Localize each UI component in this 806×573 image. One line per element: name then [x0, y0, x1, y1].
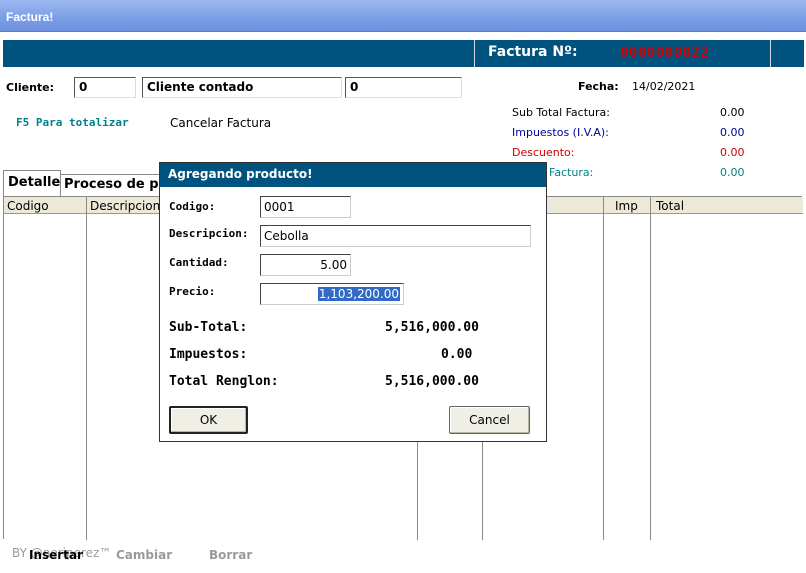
header-divider	[770, 40, 771, 67]
insert-button[interactable]: Insertar	[29, 548, 83, 562]
dialog-title[interactable]: Agregando producto!	[160, 163, 546, 187]
window-title-bar[interactable]: Factura!	[0, 0, 806, 32]
cancel-invoice-link[interactable]: Cancelar Factura	[170, 116, 271, 130]
dialog-subtotal-label: Sub-Total:	[169, 320, 248, 335]
dialog-impuestos-value: 0.00	[441, 347, 473, 362]
descripcion-input[interactable]: Cebolla	[260, 225, 531, 247]
client-name-field[interactable]: Cliente contado	[142, 77, 342, 98]
summary-subtotal-value: 0.00	[720, 106, 745, 119]
client-extra-field[interactable]: 0	[345, 77, 462, 98]
header-divider	[474, 40, 475, 67]
precio-selected-text: 1,103,200.00	[317, 287, 400, 301]
ok-button[interactable]: OK	[169, 406, 248, 434]
summary-discount-value: 0.00	[720, 146, 745, 159]
dialog-impuestos-label: Impuestos:	[169, 347, 248, 362]
grid-column-divider	[86, 197, 87, 540]
summary-subtotal-label: Sub Total Factura:	[512, 106, 610, 119]
codigo-label: Codigo:	[169, 200, 216, 213]
tab-detalle[interactable]: Detalle	[3, 170, 61, 196]
summary-tax-value: 0.00	[720, 126, 745, 139]
f5-totalize-hint: F5 Para totalizar	[16, 116, 129, 129]
invoice-number-label: Factura Nº:	[488, 44, 578, 60]
summary-tax-label: Impuestos (I.V.A):	[512, 126, 609, 139]
grid-column-divider	[603, 197, 604, 540]
column-header-imp[interactable]: Imp	[615, 199, 638, 213]
change-button[interactable]: Cambiar	[116, 548, 172, 562]
summary-total-value: 0.00	[720, 166, 745, 179]
cantidad-label: Cantidad:	[169, 256, 229, 269]
column-header-total[interactable]: Total	[656, 199, 684, 213]
cantidad-input[interactable]: 5.00	[260, 254, 351, 276]
precio-label: Precio:	[169, 285, 216, 298]
dialog-subtotal-value: 5,516,000.00	[385, 320, 479, 335]
add-product-dialog: Agregando producto! Codigo: 0001 Descrip…	[159, 162, 547, 442]
column-header-codigo[interactable]: Codigo	[7, 199, 49, 213]
codigo-input[interactable]: 0001	[260, 196, 351, 218]
date-value: 14/02/2021	[632, 80, 696, 93]
client-label: Cliente:	[6, 81, 55, 94]
invoice-number: 0000000022	[620, 45, 710, 61]
column-header-descripcion[interactable]: Descripcion	[90, 199, 160, 213]
descripcion-label: Descripcion:	[169, 227, 249, 240]
cancel-button[interactable]: Cancel	[449, 406, 530, 434]
tab-proceso[interactable]: Proceso de pa	[61, 174, 171, 196]
invoice-header-bar: Factura Nº: 0000000022	[3, 40, 804, 67]
client-code-field[interactable]: 0	[74, 77, 136, 98]
precio-input[interactable]: 1,103,200.00	[260, 283, 404, 305]
dialog-total-label: Total Renglon:	[169, 374, 279, 389]
date-label: Fecha:	[578, 80, 619, 93]
delete-button[interactable]: Borrar	[209, 548, 252, 562]
summary-total-label: Factura:	[549, 166, 594, 179]
grid-column-divider	[650, 197, 651, 540]
summary-discount-label: Descuento:	[512, 146, 575, 159]
window-title: Factura!	[6, 10, 54, 24]
dialog-total-value: 5,516,000.00	[385, 374, 479, 389]
